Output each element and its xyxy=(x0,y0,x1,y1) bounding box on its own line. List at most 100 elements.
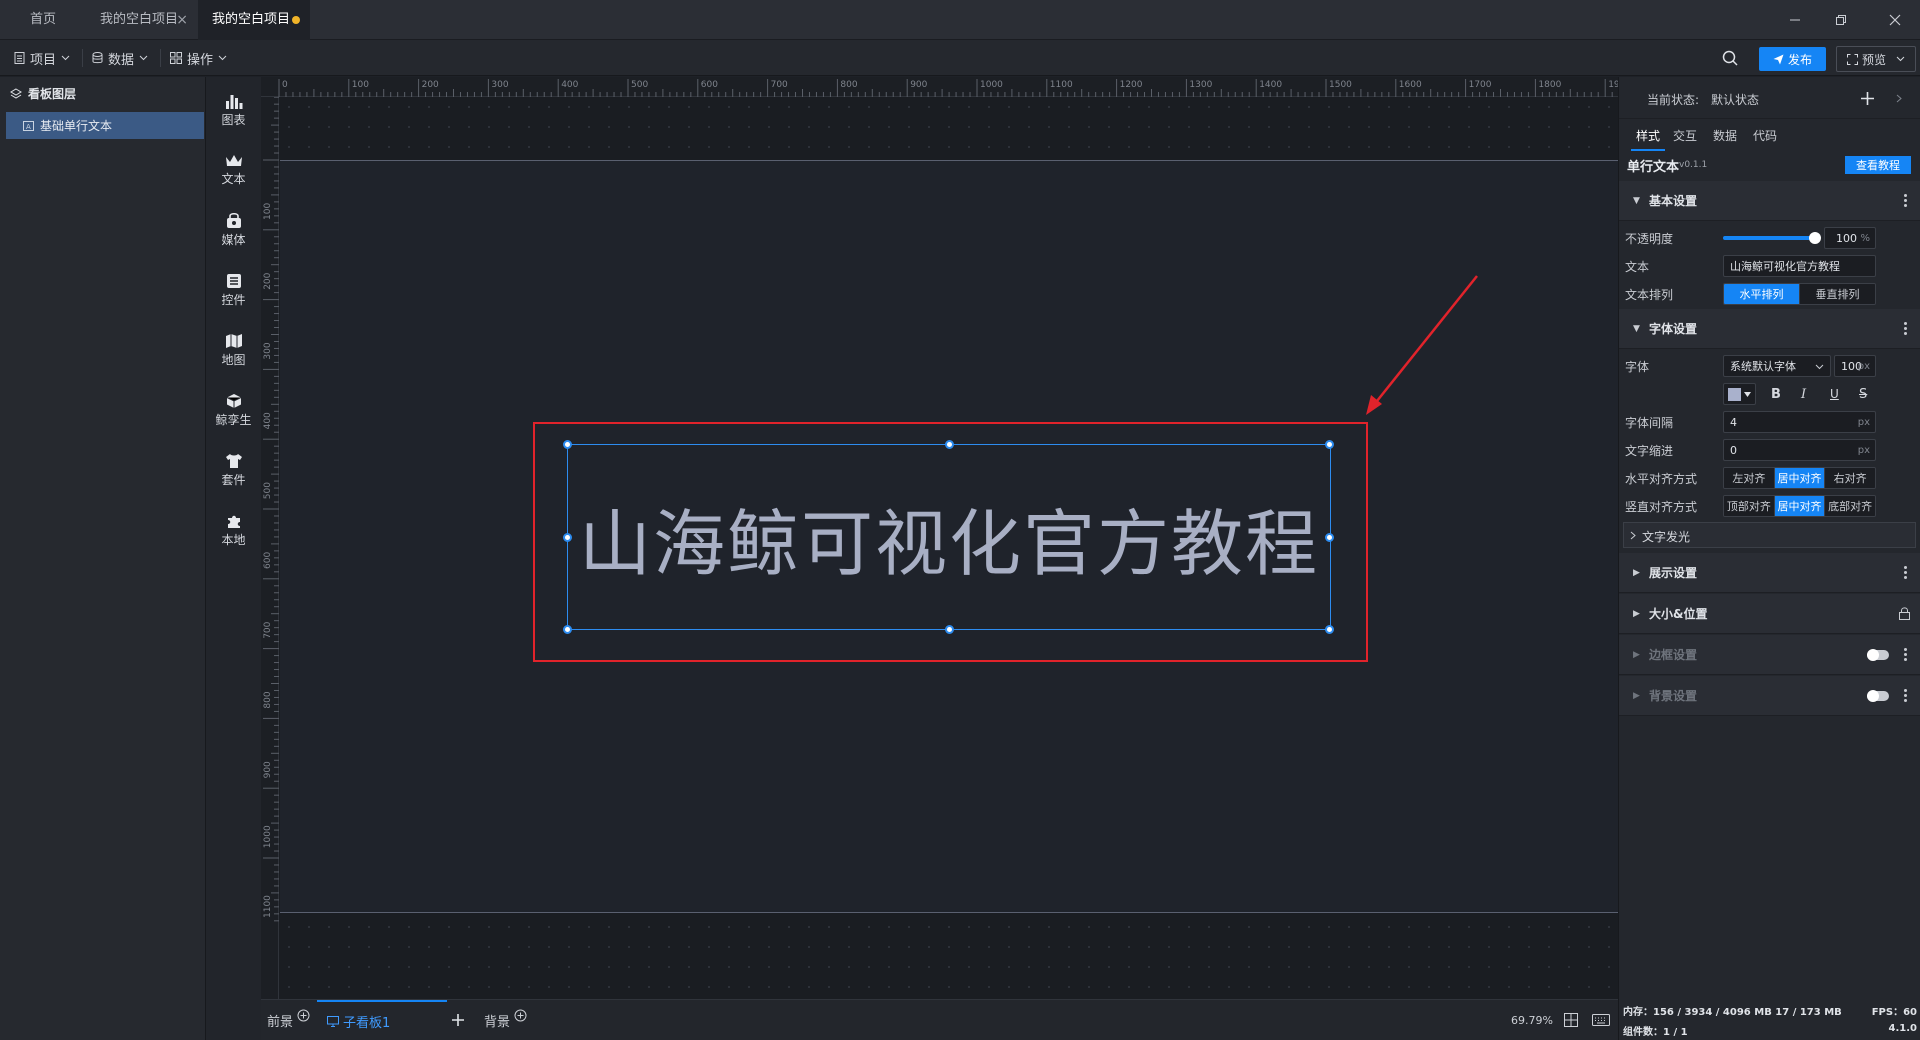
ruler-label: 500 xyxy=(631,80,648,90)
restore-button[interactable] xyxy=(1818,0,1864,40)
tab-data[interactable]: 数据 xyxy=(1713,127,1737,144)
component-label: 文本 xyxy=(221,171,246,186)
preview-button[interactable]: 预览 xyxy=(1836,46,1916,72)
display-settings-section[interactable]: ▶ 展示设置 xyxy=(1619,553,1920,593)
text-input[interactable]: 山海鲸可视化官方教程 xyxy=(1723,255,1876,277)
vertical-option[interactable]: 垂直排列 xyxy=(1800,284,1875,304)
indent-value: 0 xyxy=(1730,443,1737,457)
component-control[interactable]: 控件 xyxy=(206,265,261,315)
lock-icon[interactable] xyxy=(1899,607,1910,620)
horizontal-option[interactable]: 水平排列 xyxy=(1724,284,1800,304)
bold-icon[interactable]: B xyxy=(1771,387,1781,402)
project-menu[interactable]: 项目 xyxy=(14,40,70,76)
ruler-label: 200 xyxy=(263,272,273,289)
component-name: 单行文本 xyxy=(1627,160,1680,175)
more-icon[interactable] xyxy=(1904,192,1907,209)
chevron-down-icon xyxy=(218,55,227,61)
fps-status: FPS：60 xyxy=(1871,1007,1917,1018)
component-chart[interactable]: 图表 xyxy=(206,85,261,135)
foreground-tab[interactable]: 前景 xyxy=(267,1000,310,1040)
state-row: 当前状态: 默认状态 xyxy=(1619,77,1920,119)
letter-spacing-row: 字体间隔 4 px xyxy=(1619,409,1920,435)
component-local[interactable]: 本地 xyxy=(206,505,261,555)
strikethrough-icon[interactable]: S xyxy=(1859,387,1867,402)
publish-button[interactable]: 发布 xyxy=(1759,47,1826,71)
border-toggle[interactable] xyxy=(1867,648,1889,661)
ruler-label: 1800 xyxy=(1538,80,1561,90)
component-media[interactable]: 媒体 xyxy=(206,205,261,255)
font-select[interactable]: 系统默认字体 xyxy=(1723,355,1831,377)
document-icon xyxy=(14,52,25,64)
background-settings-section[interactable]: ▶ 背景设置 xyxy=(1619,676,1920,716)
component-suite[interactable]: 套件 xyxy=(206,445,261,495)
data-menu[interactable]: 数据 xyxy=(92,40,148,76)
sub-board-label: 子看板1 xyxy=(343,1015,391,1031)
underline-icon[interactable]: U xyxy=(1830,387,1839,401)
tab-interaction[interactable]: 交互 xyxy=(1673,127,1697,144)
search-button[interactable] xyxy=(1722,50,1738,66)
letter-spacing-input[interactable]: 4 px xyxy=(1723,411,1876,433)
state-value[interactable]: 默认状态 xyxy=(1711,91,1759,108)
border-settings-section[interactable]: ▶ 边框设置 xyxy=(1619,635,1920,675)
section-title: 大小&位置 xyxy=(1649,607,1708,621)
more-icon[interactable] xyxy=(1904,687,1907,704)
slider-thumb[interactable] xyxy=(1809,232,1821,244)
tab-bar: 首页 我的空白项目 × 我的空白项目 xyxy=(0,0,1920,40)
close-icon[interactable]: × xyxy=(176,0,188,40)
ruler-label: 600 xyxy=(701,80,718,90)
font-color-picker[interactable] xyxy=(1723,383,1756,405)
component-text[interactable]: 文本 xyxy=(206,145,261,195)
align-middle-option[interactable]: 居中对齐 xyxy=(1774,496,1826,516)
align-bottom-option[interactable]: 底部对齐 xyxy=(1825,496,1875,516)
tab-style[interactable]: 样式 xyxy=(1631,127,1665,151)
arrangement-row: 文本排列 水平排列 垂直排列 xyxy=(1619,281,1920,307)
italic-icon[interactable]: I xyxy=(1801,387,1806,402)
basic-settings-section[interactable]: ▼ 基本设置 xyxy=(1619,181,1920,221)
background-tab[interactable]: 背景 xyxy=(484,1000,527,1040)
close-window-button[interactable] xyxy=(1872,0,1918,40)
chart-icon xyxy=(225,94,242,109)
fit-screen-button[interactable] xyxy=(1564,1000,1578,1040)
tab-project-1[interactable]: 我的空白项目 × xyxy=(86,0,198,40)
opacity-input[interactable]: 100 % xyxy=(1824,227,1876,249)
data-menu-label: 数据 xyxy=(108,52,135,68)
align-top-option[interactable]: 顶部对齐 xyxy=(1724,496,1775,516)
text-label: 文本 xyxy=(1625,260,1650,274)
more-icon[interactable] xyxy=(1904,564,1907,581)
indent-row: 文字缩进 0 px xyxy=(1619,437,1920,463)
minimize-button[interactable] xyxy=(1772,0,1818,40)
layer-item[interactable]: A 基础单行文本 xyxy=(6,112,204,139)
opacity-slider[interactable] xyxy=(1723,232,1821,244)
component-twin[interactable]: 鲸孪生 xyxy=(206,385,261,435)
add-state-icon[interactable] xyxy=(1861,92,1874,105)
more-icon[interactable] xyxy=(1904,320,1907,337)
text-glow-row[interactable]: 文字发光 xyxy=(1623,522,1916,548)
tab-home[interactable]: 首页 xyxy=(0,0,86,40)
tab-code[interactable]: 代码 xyxy=(1753,127,1777,144)
chevron-right-icon[interactable] xyxy=(1896,94,1902,103)
caret-down-icon: ▼ xyxy=(1633,323,1640,334)
fullscreen-icon xyxy=(1846,53,1858,65)
operation-menu[interactable]: 操作 xyxy=(170,40,227,76)
font-size-input[interactable]: 100 px xyxy=(1834,355,1876,377)
component-map[interactable]: 地图 xyxy=(206,325,261,375)
align-center-option[interactable]: 居中对齐 xyxy=(1774,468,1826,488)
font-settings-section[interactable]: ▼ 字体设置 xyxy=(1619,309,1920,349)
background-toggle[interactable] xyxy=(1867,689,1889,702)
operation-menu-label: 操作 xyxy=(187,52,214,68)
zoom-level[interactable]: 69.79% xyxy=(1511,1000,1553,1040)
tab-project-2[interactable]: 我的空白项目 xyxy=(198,0,310,40)
ruler-label: 400 xyxy=(263,412,273,429)
indent-input[interactable]: 0 px xyxy=(1723,439,1876,461)
add-board-button[interactable] xyxy=(451,1000,465,1040)
keyboard-button[interactable] xyxy=(1592,1000,1610,1040)
align-left-option[interactable]: 左对齐 xyxy=(1724,468,1775,488)
size-position-section[interactable]: ▶ 大小&位置 xyxy=(1619,594,1920,634)
more-icon[interactable] xyxy=(1904,646,1907,663)
sub-board-tab[interactable]: 子看板1 xyxy=(317,1000,447,1040)
layer-panel: 看板图层 A 基础单行文本 xyxy=(0,77,206,1040)
tab-label: 首页 xyxy=(29,12,56,27)
component-count: 组件数：1 / 1 xyxy=(1623,1027,1688,1038)
align-right-option[interactable]: 右对齐 xyxy=(1825,468,1875,488)
tutorial-button[interactable]: 查看教程 xyxy=(1845,156,1911,174)
